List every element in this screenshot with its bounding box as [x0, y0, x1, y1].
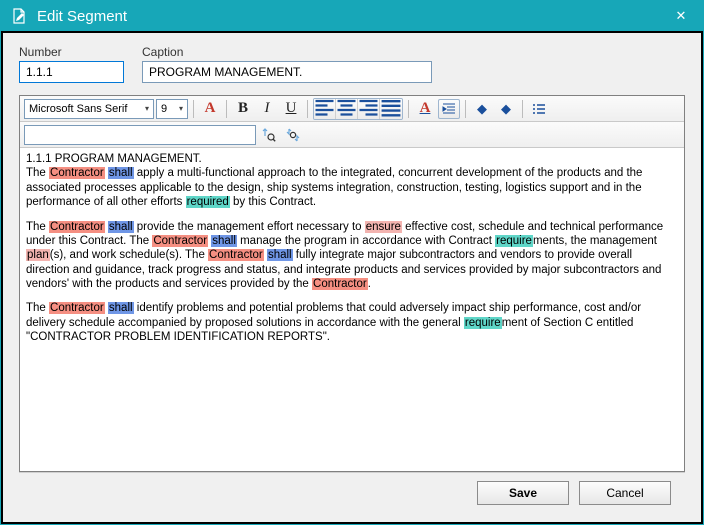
chevron-down-icon: ▾: [145, 104, 149, 113]
caption-input[interactable]: [142, 61, 432, 83]
content-panel: Number Caption Microsoft Sans Serif ▾ 9: [3, 33, 701, 522]
separator: [408, 100, 409, 118]
doc-paragraph-1: The Contractor shall apply a multi-funct…: [26, 166, 678, 209]
underline-button[interactable]: U: [280, 99, 302, 119]
highlight-color-button[interactable]: A: [414, 99, 436, 119]
highlight-contractor: Contractor: [152, 235, 208, 247]
doc-paragraph-3: The Contractor shall identify problems a…: [26, 301, 678, 344]
highlight-require: require: [495, 235, 533, 247]
outdent-right-button[interactable]: ◆: [495, 99, 517, 119]
number-label: Number: [19, 45, 124, 59]
highlight-shall: shall: [108, 167, 134, 179]
align-left-button[interactable]: [314, 99, 336, 119]
separator: [465, 100, 466, 118]
document-pencil-icon: [11, 8, 27, 24]
search-input[interactable]: [24, 125, 256, 145]
highlight-contractor: Contractor: [49, 221, 105, 233]
find-button[interactable]: [258, 125, 280, 145]
doc-heading: 1.1.1 PROGRAM MANAGEMENT.: [26, 152, 678, 166]
chevron-down-icon: ▾: [179, 104, 183, 113]
window-title: Edit Segment: [37, 8, 669, 25]
header-fields: Number Caption: [19, 45, 685, 83]
outdent-left-button[interactable]: ◆: [471, 99, 493, 119]
highlight-shall: shall: [211, 235, 237, 247]
font-size-value: 9: [161, 103, 167, 115]
highlight-contractor: Contractor: [312, 278, 368, 290]
align-group: [313, 98, 403, 120]
caption-label: Caption: [142, 45, 685, 59]
align-right-button[interactable]: [358, 99, 380, 119]
highlight-contractor: Contractor: [49, 302, 105, 314]
search-toolbar: [20, 122, 684, 148]
font-family-select[interactable]: Microsoft Sans Serif ▾: [24, 99, 154, 119]
number-input[interactable]: [19, 61, 124, 83]
font-size-select[interactable]: 9 ▾: [156, 99, 188, 119]
bullet-list-button[interactable]: [528, 99, 550, 119]
highlight-ensure: ensure: [365, 221, 402, 233]
save-button[interactable]: Save: [477, 481, 569, 505]
italic-button[interactable]: I: [256, 99, 278, 119]
align-center-button[interactable]: [336, 99, 358, 119]
highlight-required: required: [186, 196, 230, 208]
caption-field: Caption: [142, 45, 685, 83]
highlight-plan: plan: [26, 249, 50, 261]
highlight-contractor: Contractor: [208, 249, 264, 261]
dialog-body: Number Caption Microsoft Sans Serif ▾ 9: [1, 31, 703, 524]
highlight-shall: shall: [267, 249, 293, 261]
edit-segment-dialog: Edit Segment ✕ Number Caption Microsoft …: [0, 0, 704, 525]
font-color-button[interactable]: A: [199, 99, 221, 119]
rich-text-editor: Microsoft Sans Serif ▾ 9 ▾ A B I U: [19, 95, 685, 472]
format-toolbar: Microsoft Sans Serif ▾ 9 ▾ A B I U: [20, 96, 684, 122]
find-replace-button[interactable]: [282, 125, 304, 145]
cancel-button[interactable]: Cancel: [579, 481, 671, 505]
align-justify-button[interactable]: [380, 99, 402, 119]
separator: [226, 100, 227, 118]
highlight-contractor: Contractor: [49, 167, 105, 179]
document-area[interactable]: 1.1.1 PROGRAM MANAGEMENT. The Contractor…: [20, 148, 684, 471]
highlight-shall: shall: [108, 221, 134, 233]
doc-paragraph-2: The Contractor shall provide the managem…: [26, 220, 678, 292]
bold-button[interactable]: B: [232, 99, 254, 119]
highlight-require: require: [464, 317, 502, 329]
separator: [522, 100, 523, 118]
highlight-shall: shall: [108, 302, 134, 314]
font-family-value: Microsoft Sans Serif: [29, 103, 127, 115]
separator: [307, 100, 308, 118]
close-button[interactable]: ✕: [669, 4, 693, 28]
separator: [193, 100, 194, 118]
number-field: Number: [19, 45, 124, 83]
titlebar: Edit Segment ✕: [1, 1, 703, 31]
dialog-footer: Save Cancel: [19, 472, 685, 512]
indent-button[interactable]: [438, 99, 460, 119]
